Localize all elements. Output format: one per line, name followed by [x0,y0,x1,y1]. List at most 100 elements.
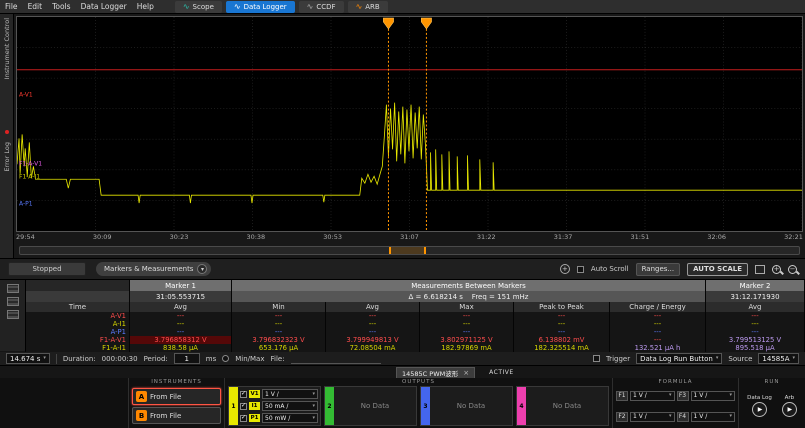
close-icon[interactable]: × [463,370,469,377]
trigger-checkbox[interactable] [593,355,600,362]
formula-scale-dropdown[interactable]: 1 V /▾ [630,412,675,422]
measurement-cell: --- [130,320,232,328]
param-checkbox[interactable]: ✓ [240,403,247,410]
output-channel-3[interactable]: 3No Data [420,386,513,426]
marker-table-icon[interactable] [7,297,19,306]
param-scale-dropdown[interactable]: 1 V /▾ [262,389,318,399]
instrument-b-button[interactable]: BFrom File [132,407,221,424]
formula-chip: F1 [616,391,628,401]
measurement-cell: --- [706,312,805,320]
output-channel-1[interactable]: 1✓V11 V /▾✓I150 mA /▾✓P150 mW /▾ [228,386,321,426]
run-buttons: Data Log▶Arb▶ [742,386,802,426]
play-button[interactable]: ▶ [752,402,767,417]
row-label: A-V1 [26,312,130,320]
output-channel-2[interactable]: 2No Data [324,386,417,426]
menu-item-help[interactable]: Help [137,2,154,11]
formula-f1[interactable]: F11 V /▾ [616,391,675,401]
waveform-icon: ∿ [234,3,241,11]
waveform-icon: ∿ [307,3,314,11]
time-span-dropdown[interactable]: 14.674 s ▾ [6,353,50,364]
period-input[interactable] [174,353,200,364]
annotate-icon[interactable] [755,265,765,274]
outputs-section: OUTPUTS 1✓V11 V /▾✓I150 mA /▾✓P150 mW /▾… [224,378,612,428]
table-row[interactable]: A-I1--------------------- [0,320,805,328]
no-data-label: No Data [526,387,608,425]
instrument-control-tab[interactable]: Instrument Control [3,18,11,79]
table-row[interactable]: F1-A-I1838.58 µA653.176 µA72.08504 mA182… [0,344,805,352]
tab-label: Data Logger [244,3,287,11]
param-chip: P1 [249,414,260,422]
waveform-plot[interactable]: A-V1F1-A-V1F1-A-I1A-P1 [16,16,803,232]
measurement-cell: --- [130,312,232,320]
x-tick-label: 30:09 [93,233,112,243]
measurement-cell: --- [420,328,514,336]
minmax-radio[interactable] [222,355,229,362]
instrument-a-button[interactable]: AFrom File [132,388,221,405]
timeline-scrollbar[interactable] [16,243,803,258]
tab-scope[interactable]: ∿Scope [175,1,222,13]
measurement-cell: --- [514,320,610,328]
zoom-out-icon[interactable]: − [788,265,797,274]
formula-scale-dropdown[interactable]: 1 V /▾ [691,412,736,422]
table-rows: A-V1---------------------A-I1-----------… [0,312,805,352]
no-data-label: No Data [430,387,512,425]
menu-item-data-logger[interactable]: Data Logger [81,2,127,11]
table-row[interactable]: A-P1--------------------- [0,328,805,336]
auto-scroll-checkbox[interactable] [577,266,584,273]
measurement-cell: 3.796832323 V [232,336,326,344]
output-channels: 1✓V11 V /▾✓I150 mA /▾✓P150 mW /▾2No Data… [228,386,609,426]
ranges-button[interactable]: Ranges... [636,263,681,276]
measurement-cell: --- [232,312,326,320]
trigger-source-dropdown[interactable]: Data Log Run Button ▾ [636,353,722,364]
marker-range-indicator[interactable] [389,247,427,254]
param-checkbox[interactable]: ✓ [240,391,247,398]
x-tick-label: 29:54 [16,233,35,243]
tab-arb[interactable]: ∿ARB [348,1,388,13]
menu-item-tools[interactable]: Tools [52,2,70,11]
menu-item-edit[interactable]: Edit [28,2,43,11]
formula-f3[interactable]: F31 V /▾ [677,391,736,401]
param-scale-dropdown[interactable]: 50 mA /▾ [262,401,318,411]
tools-icon[interactable] [7,284,19,293]
file-field[interactable] [291,354,381,364]
measurement-cell: --- [706,328,805,336]
measurement-cell: --- [232,328,326,336]
tab-label: ARB [365,3,379,11]
tab-data-logger[interactable]: ∿Data Logger [226,1,295,13]
stopped-button[interactable]: Stopped [8,262,86,276]
markers-measurements-menu[interactable]: Markers & Measurements ▾ [96,262,211,276]
play-button[interactable]: ▶ [782,402,797,417]
marker2-title: Marker 2 [706,280,805,291]
zoom-in-icon[interactable]: + [772,265,781,274]
measurement-grid-icon[interactable] [7,310,19,319]
menu-item-file[interactable]: File [5,2,18,11]
formula-scale-dropdown[interactable]: 1 V /▾ [691,391,736,401]
channel-number: 4 [517,387,526,425]
measurement-cell: --- [326,328,420,336]
error-log-tab[interactable]: Error Log [3,142,11,172]
scrollbar-track[interactable] [19,246,800,255]
output-channel-4[interactable]: 4No Data [516,386,609,426]
auto-scale-button[interactable]: AUTO SCALE [687,263,748,276]
marker1-title: Marker 1 [130,280,232,291]
formula-f4[interactable]: F41 V /▾ [677,412,736,422]
bottom-panel: INSTRUMENTS AFrom FileBFrom File OUTPUTS… [0,378,805,428]
run-header: RUN [742,379,802,386]
tab-ccdf[interactable]: ∿CCDF [299,1,344,13]
chevron-down-icon[interactable]: ▾ [197,264,207,274]
source-dropdown[interactable]: 14585A ▾ [758,353,799,364]
table-row[interactable]: A-V1--------------------- [0,312,805,320]
pan-target-icon[interactable]: + [560,264,570,274]
active-status-label: ACTIVE [489,369,514,376]
formula-scale-value: 1 V / [633,413,647,420]
chart-column: A-V1F1-A-V1F1-A-I1A-P1 29:5430:0930:2330… [14,14,805,258]
param-checkbox[interactable]: ✓ [240,415,247,422]
formula-f2[interactable]: F21 V /▾ [616,412,675,422]
marker1-time: 31:05.553715 [130,291,232,302]
param-scale-dropdown[interactable]: 50 mW /▾ [262,413,318,423]
measurement-cell: --- [610,328,706,336]
formula-scale-dropdown[interactable]: 1 V /▾ [630,391,675,401]
document-tab[interactable]: 14585C PWM波形 × [396,367,475,378]
left-rail: Instrument Control Error Log [0,14,14,258]
table-row[interactable]: F1-A-V13.796858312 V3.796832323 V3.79994… [0,336,805,344]
